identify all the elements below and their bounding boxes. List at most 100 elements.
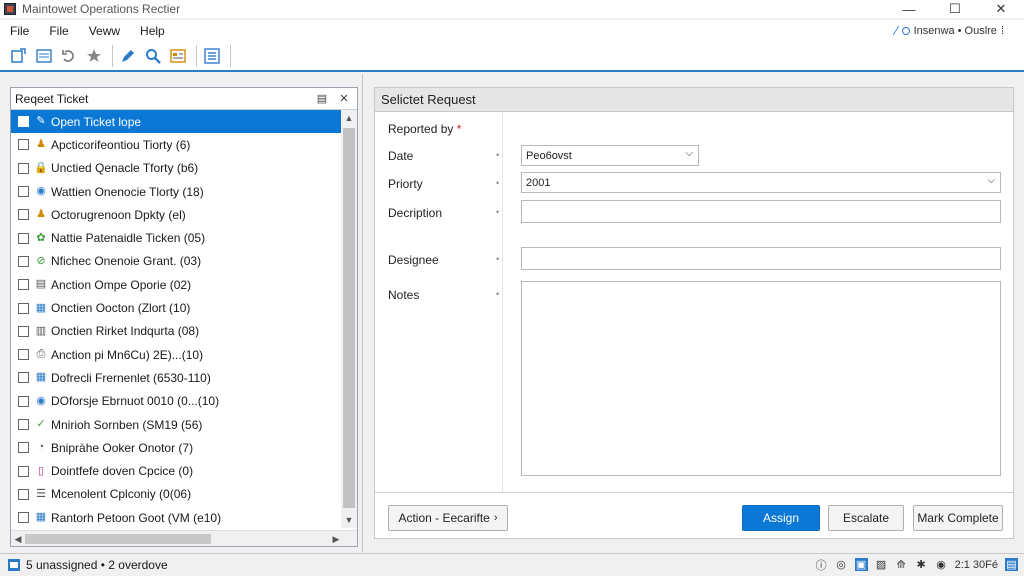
connection-status[interactable]: ⁄ Insenwa • Ouslre ⁞	[895, 23, 1004, 38]
assign-button[interactable]: Assign	[742, 505, 820, 531]
ticket-row[interactable]: ▯ Dointfefe doven Cpcice (0)	[11, 459, 341, 482]
dot-icon: •	[496, 207, 500, 217]
mark-complete-button[interactable]: Mark Complete	[913, 505, 1003, 531]
ticket-row-label: Dofrecli Frernenlet (6530-110)	[51, 370, 211, 385]
date-dropdown[interactable]: Peo6ovst ⌵	[521, 145, 699, 166]
menu-bar: File File Veww Help ⁄ Insenwa • Ouslre ⁞	[0, 20, 1024, 42]
toolbar	[0, 42, 1024, 72]
ticket-row[interactable]: ✿ Nattie Patenaidle Ticken (05)	[11, 226, 341, 249]
ticket-row-label: DOforsje Ebrnuot 0010 (0...(10)	[51, 394, 220, 409]
ticket-row[interactable]: ▦ Rantorh Petoon Goot (VM (e10)	[11, 506, 341, 528]
ticket-row[interactable]: ♟ Octorugrenoon Dpkty (el)	[11, 203, 341, 226]
ticket-row[interactable]: ⊘ Nfichec Onenoie Grant. (03)	[11, 250, 341, 273]
settings-icon[interactable]: ✱	[915, 558, 928, 571]
new-ticket-icon[interactable]	[8, 45, 30, 67]
horizontal-scrollbar[interactable]: ◀ ▶	[11, 530, 357, 546]
row-checkbox[interactable]	[18, 209, 29, 221]
scroll-right-icon[interactable]: ▶	[329, 531, 343, 547]
list-view-icon[interactable]	[201, 45, 223, 67]
help-icon[interactable]: ⓘ	[815, 558, 828, 572]
scroll-left-icon[interactable]: ◀	[11, 531, 25, 547]
globe-icon[interactable]: ◎	[835, 558, 848, 571]
ticket-row[interactable]: ✓ Mnirioh Sornben (SM19 (56)	[11, 413, 341, 436]
menu-help[interactable]: Help	[130, 24, 175, 38]
ticket-row[interactable]: ▦ Onctien Oocton (Zlort (10)	[11, 296, 341, 319]
ticket-row[interactable]: ☰ Mcenolent Cplconiy (0(06)	[11, 483, 341, 506]
notifications-icon[interactable]: ▤	[1005, 558, 1018, 571]
person-icon: ♟	[36, 208, 46, 221]
ticket-row[interactable]: ◉ DOforsje Ebrnuot 0010 (0...(10)	[11, 390, 341, 413]
row-checkbox[interactable]	[18, 232, 29, 244]
row-checkbox[interactable]	[18, 325, 29, 337]
panel-menu-icon[interactable]: ▤	[313, 92, 331, 106]
panel-header: Reqeet Ticket ▤ ✕	[11, 88, 357, 110]
date-value: Peo6ovst	[526, 149, 572, 162]
scroll-down-icon[interactable]: ▼	[341, 512, 357, 528]
row-checkbox[interactable]	[18, 116, 29, 128]
window-icon[interactable]: ▣	[854, 558, 868, 571]
star-icon[interactable]	[83, 45, 105, 67]
notes-textarea[interactable]	[521, 281, 1001, 476]
action-menu-button[interactable]: Action - Eecarifte ›	[388, 505, 508, 531]
vertical-scrollbar[interactable]: ▲ ▼	[341, 110, 357, 528]
menu-view[interactable]: Veww	[79, 24, 130, 38]
ticket-row[interactable]: ◉ Wattien Onenocie Tlorty (18)	[11, 180, 341, 203]
row-checkbox[interactable]	[18, 442, 29, 454]
menu-file[interactable]: File	[0, 24, 39, 38]
open-folder-icon[interactable]	[33, 45, 55, 67]
search-icon[interactable]	[142, 45, 164, 67]
hscrollbar-thumb[interactable]	[25, 534, 211, 544]
ticket-row-label: Anction Ompe Oporie (02)	[51, 277, 192, 292]
row-checkbox[interactable]	[18, 395, 29, 407]
chevron-down-icon: ⌵	[987, 175, 995, 186]
panel-title: Reqeet Ticket	[15, 91, 89, 106]
description-input[interactable]	[521, 200, 1001, 223]
row-checkbox[interactable]	[18, 372, 29, 384]
panel-title: Selictet Request	[375, 88, 1013, 112]
row-checkbox[interactable]	[18, 512, 29, 524]
row-checkbox[interactable]	[18, 139, 29, 151]
ticket-row[interactable]: ✎ Open Ticket lope	[11, 110, 341, 134]
designee-input[interactable]	[521, 247, 1001, 270]
image-icon[interactable]: ▨	[875, 558, 888, 571]
ticket-row[interactable]: ⎙ Anction pi Mn6Cu) 2E)...(10)	[11, 343, 341, 366]
menu-file-2[interactable]: File	[39, 24, 78, 38]
calendar-icon: ▦	[35, 511, 47, 524]
ticket-row[interactable]: 🔒 Unctied Qenacle Tforty (b6)	[11, 157, 341, 180]
row-checkbox[interactable]	[18, 465, 29, 477]
ticket-row-label: Onctien Rirket Indqurta (08)	[51, 324, 200, 339]
ticket-row[interactable]: ▥ Onctien Rirket Indqurta (08)	[11, 320, 341, 343]
refresh-icon[interactable]	[58, 45, 80, 67]
minimize-button[interactable]: —	[886, 0, 932, 18]
volume-icon[interactable]: ◉	[935, 558, 948, 571]
scroll-up-icon[interactable]: ▲	[341, 110, 357, 126]
ticket-row[interactable]: ◔ Bnipràhe Ooker Onotor (7)	[11, 436, 341, 459]
ticket-row[interactable]: ♟ Apcticorifeontiou Tiorty (6)	[11, 133, 341, 156]
row-checkbox[interactable]	[18, 302, 29, 314]
edit-pencil-icon[interactable]	[117, 45, 139, 67]
check-circle-icon: ⊘	[36, 254, 46, 267]
report-icon[interactable]	[167, 45, 189, 67]
ticket-row[interactable]: ▤ Anction Ompe Oporie (02)	[11, 273, 341, 296]
window-title: Maintowet Operations Rectier	[22, 2, 181, 16]
ticket-row-label: Rantorh Petoon Goot (VM (e10)	[51, 510, 222, 525]
row-checkbox[interactable]	[18, 419, 29, 430]
close-button[interactable]: ✕	[978, 0, 1024, 18]
scrollbar-thumb[interactable]	[343, 128, 355, 508]
maximize-button[interactable]: ☐	[932, 0, 978, 18]
dot-icon: •	[496, 289, 500, 299]
row-checkbox[interactable]	[18, 349, 29, 361]
panel-close-icon[interactable]: ✕	[335, 92, 353, 106]
row-checkbox[interactable]	[18, 162, 29, 174]
row-checkbox[interactable]	[18, 279, 29, 291]
escalate-button[interactable]: Escalate	[828, 505, 904, 531]
row-checkbox[interactable]	[18, 186, 29, 198]
priority-dropdown[interactable]: 2001 ⌵	[521, 172, 1001, 193]
panel-splitter[interactable]	[362, 74, 363, 552]
row-checkbox[interactable]	[18, 488, 29, 500]
network-icon[interactable]: ⟰	[895, 558, 908, 571]
ticket-row[interactable]: ▦ Dofrecli Frernenlet (6530-110)	[11, 366, 341, 389]
row-checkbox[interactable]	[18, 255, 29, 267]
dot-icon: •	[496, 178, 500, 188]
designee-label: Designee	[388, 253, 439, 267]
